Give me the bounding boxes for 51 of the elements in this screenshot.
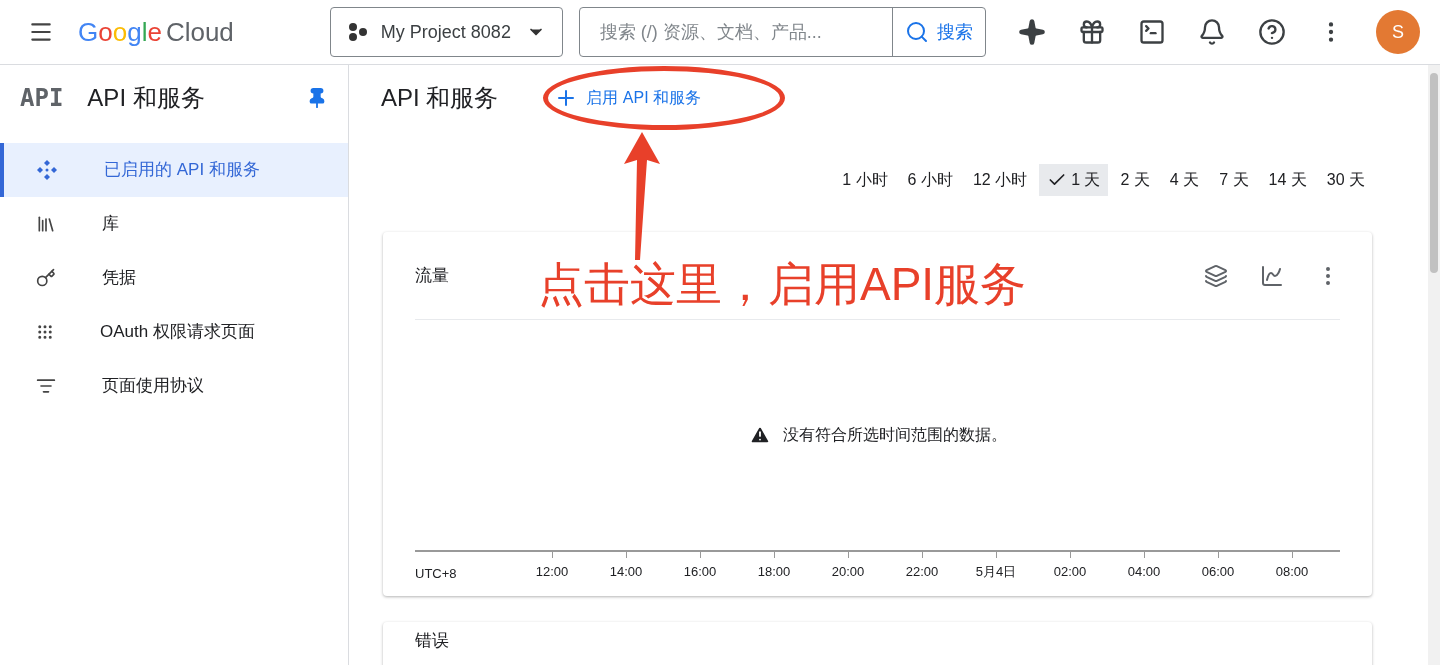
warning-icon (748, 424, 771, 446)
axis-label: 02:00 (1053, 563, 1087, 581)
diamond-dots-icon (36, 159, 58, 181)
time-range-option[interactable]: 14 天 (1260, 164, 1315, 196)
dots-icon (36, 323, 54, 341)
time-range-option[interactable]: 4 天 (1161, 164, 1208, 196)
annotation-text: 点击这里，启用API服务 (538, 257, 1027, 312)
page-title: API 和服务 (381, 83, 499, 113)
layers-icon[interactable] (1204, 263, 1228, 288)
time-range-option[interactable]: 2 天 (1112, 164, 1158, 196)
gift-icon[interactable] (1078, 18, 1106, 46)
time-range-option[interactable]: 1 小时 (834, 164, 896, 196)
axis-label: 22:00 (905, 563, 939, 581)
axis-label: 04:00 (1127, 563, 1161, 581)
axis-label: 06:00 (1201, 563, 1235, 581)
library-icon (36, 214, 56, 234)
axis-label: 20:00 (831, 563, 865, 581)
axis-label: 12:00 (535, 563, 569, 581)
axis-label: 14:00 (609, 563, 643, 581)
search-icon (905, 20, 929, 44)
x-axis: UTC+8 12:00 14:00 16:00 18:00 20:00 22:00 5月4日 02:00 04:00 06:00 08:00 (415, 550, 1340, 594)
search-button[interactable]: 搜索 (892, 8, 985, 56)
time-range-option[interactable]: 7 天 (1211, 164, 1257, 196)
help-icon[interactable] (1258, 18, 1286, 46)
sidebar-title: API 和服务 (87, 83, 206, 113)
axis-label: 16:00 (683, 563, 717, 581)
time-range-option[interactable]: 12 小时 (964, 164, 1036, 196)
axis-label: 18:00 (757, 563, 791, 581)
card-title: 流量 (415, 264, 449, 287)
time-range-option[interactable]: 1 天 (1039, 164, 1109, 196)
time-range-option[interactable]: 30 天 (1318, 164, 1373, 196)
sidebar-item[interactable]: OAuth 权限请求页面 (0, 305, 348, 359)
search-field[interactable]: 搜索 (/) 资源、文档、产品... 搜索 (578, 7, 986, 57)
time-range-option[interactable]: 6 小时 (899, 164, 961, 196)
notifications-icon[interactable] (1198, 18, 1226, 46)
project-selector[interactable]: My Project 8082 (329, 7, 563, 57)
google-cloud-logo[interactable]: Google Cloud (78, 12, 234, 52)
sidebar-item[interactable]: 库 (0, 197, 348, 251)
enable-api-button[interactable]: 启用 API 和服务 (546, 82, 710, 114)
empty-message: 没有符合所选时间范围的数据。 (782, 425, 1007, 445)
axis-label: 08:00 (1275, 563, 1309, 581)
sidebar-item[interactable]: 页面使用协议 (0, 359, 348, 413)
hexagons-icon (346, 22, 369, 42)
sparkle-icon[interactable] (1018, 18, 1046, 46)
sidebar-item[interactable]: 凭据 (0, 251, 348, 305)
terminal-icon[interactable] (1138, 18, 1166, 46)
api-logo-text: API (20, 83, 64, 114)
axis-label: 5月4日 (975, 563, 1017, 581)
card-title: 错误 (415, 631, 449, 650)
sidebar-item[interactable]: 已启用的 API 和服务 (0, 143, 348, 197)
key-icon (36, 268, 56, 288)
